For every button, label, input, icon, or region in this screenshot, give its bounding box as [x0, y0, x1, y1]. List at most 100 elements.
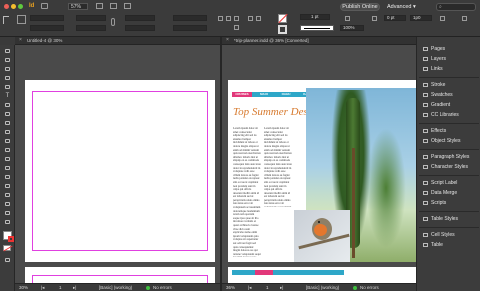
- constrain-proportions-icon[interactable]: [111, 18, 115, 26]
- selection-tool[interactable]: [4, 48, 11, 54]
- close-tab-icon[interactable]: ×: [19, 37, 22, 43]
- robin-photo[interactable]: [294, 210, 350, 262]
- bridge-icon[interactable]: [41, 3, 48, 9]
- effects-icon[interactable]: [345, 16, 350, 21]
- panel-table[interactable]: Table: [423, 242, 443, 249]
- first-page-icon[interactable]: |◂: [248, 284, 251, 291]
- select-container-icon[interactable]: [248, 16, 253, 21]
- opacity-field[interactable]: 100%: [340, 25, 364, 31]
- panel-data-merge[interactable]: Data Merge: [423, 190, 457, 197]
- line-tool[interactable]: [4, 102, 11, 108]
- fill-stroke-swatch-icon[interactable]: [3, 231, 14, 242]
- rotate-cw-icon[interactable]: [218, 16, 223, 21]
- panel-object-styles[interactable]: Object Styles: [423, 138, 460, 145]
- flip-vertical-icon[interactable]: [234, 25, 239, 30]
- panel-links[interactable]: Links: [423, 66, 443, 73]
- corner-options-field[interactable]: 0 pt: [384, 15, 406, 21]
- apply-none-icon[interactable]: [3, 245, 13, 252]
- scissors-tool[interactable]: [4, 147, 11, 153]
- color-theme-tool[interactable]: [4, 192, 11, 198]
- arrange-docs-icon[interactable]: [124, 3, 131, 9]
- fill-swatch[interactable]: [278, 13, 288, 24]
- zoom-tool[interactable]: [4, 219, 11, 225]
- status-errors[interactable]: No errors: [360, 284, 379, 291]
- next-page-icon[interactable]: ▸|: [280, 284, 283, 291]
- zoom-field[interactable]: 57%: [68, 3, 88, 10]
- rectangle-tool[interactable]: [4, 138, 11, 144]
- page-tool[interactable]: [4, 66, 11, 72]
- workspace-switcher[interactable]: Advanced ▾: [387, 3, 416, 11]
- status-zoom[interactable]: 36%: [226, 284, 235, 291]
- panel-script-label[interactable]: Script Label: [423, 180, 457, 187]
- status-page[interactable]: 1: [59, 284, 62, 291]
- stroke-type-preview[interactable]: [300, 25, 334, 31]
- panel-effects[interactable]: Effects: [423, 128, 446, 135]
- gradient-feather-tool[interactable]: [4, 174, 11, 180]
- drop-shadow-icon[interactable]: [372, 16, 377, 21]
- close-tab-icon[interactable]: ×: [226, 37, 229, 43]
- panel-cell-styles[interactable]: Cell Styles: [423, 232, 455, 239]
- panel-paragraph-styles[interactable]: Paragraph Styles: [423, 154, 469, 161]
- rotate-ccw-icon[interactable]: [226, 16, 231, 21]
- type-tool[interactable]: T: [4, 93, 11, 99]
- view-options-icon[interactable]: [96, 3, 103, 9]
- panel-gradient[interactable]: Gradient: [423, 102, 450, 109]
- selection-tool-icon[interactable]: [3, 16, 9, 24]
- panel-scripts[interactable]: Scripts: [423, 200, 446, 207]
- rectangle-frame-tool[interactable]: [4, 129, 11, 135]
- select-content-icon[interactable]: [256, 16, 261, 21]
- stroke-swatch[interactable]: [278, 25, 287, 34]
- auto-fit-icon[interactable]: [440, 16, 445, 21]
- panel-table-styles[interactable]: Table Styles: [423, 216, 458, 223]
- rotation-field[interactable]: [173, 15, 207, 21]
- screen-mode-icon[interactable]: [110, 3, 117, 9]
- nav-tab[interactable]: MAUI: [255, 92, 273, 97]
- direct-selection-tool[interactable]: [4, 57, 11, 63]
- shear-field[interactable]: [173, 25, 207, 31]
- x-position-field[interactable]: [30, 15, 64, 21]
- hand-tool[interactable]: [4, 210, 11, 216]
- body-text-column-2[interactable]: Lorem ipsum dolor sit amet consectetur a…: [264, 127, 292, 207]
- publish-online-button[interactable]: Publish Online: [340, 3, 380, 11]
- panel-layers[interactable]: Layers: [423, 56, 446, 63]
- flip-horizontal-icon[interactable]: [234, 16, 239, 21]
- zoom-window-button[interactable]: [18, 4, 23, 9]
- stroke-weight-field[interactable]: 1 pt: [300, 14, 330, 20]
- status-style[interactable]: [Basic] (working): [99, 284, 132, 291]
- status-page[interactable]: 1: [266, 284, 269, 291]
- eyedropper-tool[interactable]: [4, 201, 11, 207]
- page-untitled[interactable]: [25, 80, 215, 262]
- gradient-swatch-tool[interactable]: [4, 165, 11, 171]
- next-page-icon[interactable]: ▸|: [73, 284, 76, 291]
- pencil-tool[interactable]: [4, 120, 11, 126]
- panel-pages[interactable]: Pages: [423, 46, 445, 53]
- panel-cc-libraries[interactable]: CC Libraries: [423, 112, 459, 119]
- scale-x-field[interactable]: [125, 15, 155, 21]
- close-window-button[interactable]: [4, 4, 9, 9]
- panel-menu-icon[interactable]: [462, 16, 467, 21]
- first-page-icon[interactable]: |◂: [41, 284, 44, 291]
- minimize-window-button[interactable]: [11, 4, 16, 9]
- panel-character-styles[interactable]: Character Styles: [423, 164, 468, 171]
- document-window-left[interactable]: [15, 45, 220, 285]
- status-errors[interactable]: No errors: [153, 284, 172, 291]
- page-trip-planner[interactable]: CRUISES MAUI OAHU KAUAI HILO Top Summer …: [228, 80, 416, 262]
- text-wrap-field[interactable]: 1p0: [410, 15, 432, 21]
- view-mode-icon[interactable]: [4, 257, 11, 263]
- height-field[interactable]: [76, 25, 106, 31]
- y-position-field[interactable]: [30, 25, 64, 31]
- width-field[interactable]: [76, 15, 106, 21]
- status-zoom[interactable]: 30%: [19, 284, 28, 291]
- panel-stroke[interactable]: Stroke: [423, 82, 445, 89]
- search-field[interactable]: ⌕: [436, 3, 476, 11]
- nav-tab[interactable]: OAHU: [277, 92, 295, 97]
- gap-tool[interactable]: [4, 75, 11, 81]
- content-collector-tool[interactable]: [4, 84, 11, 90]
- scale-y-field[interactable]: [125, 25, 155, 31]
- nav-tab[interactable]: CRUISES: [232, 92, 252, 97]
- pen-tool[interactable]: [4, 111, 11, 117]
- status-style[interactable]: [Basic] (working): [306, 284, 339, 291]
- document-window-right[interactable]: CRUISES MAUI OAHU KAUAI HILO Top Summer …: [222, 45, 416, 285]
- body-text-column-1[interactable]: Lorem ipsum dolor sit amet consectetur a…: [233, 127, 261, 257]
- note-tool[interactable]: [4, 183, 11, 189]
